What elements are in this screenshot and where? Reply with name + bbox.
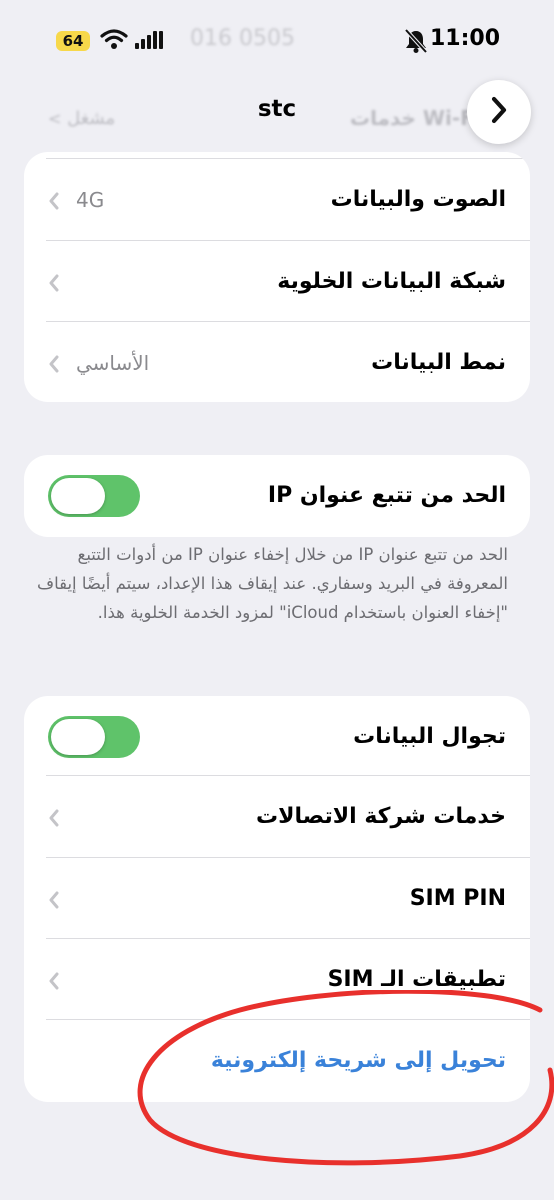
data-roaming-row: تجوال البيانات — [24, 696, 530, 778]
silent-mode-bell-icon — [404, 28, 428, 58]
limit-ip-tracking-toggle[interactable] — [48, 475, 140, 517]
voice-and-data-label: الصوت والبيانات — [330, 187, 506, 212]
clock-time: 11:00 — [430, 26, 501, 51]
limit-ip-tracking-label: الحد من تتبع عنوان IP — [267, 483, 506, 508]
red-annotation-circle — [137, 990, 554, 1166]
chevron-left-icon — [48, 355, 60, 377]
chevron-left-icon — [48, 809, 60, 831]
data-mode-value: الأساسي — [76, 351, 150, 375]
limit-ip-tracking-row: الحد من تتبع عنوان IP — [24, 455, 530, 537]
cellular-data-network-row[interactable]: شبكة البيانات الخلوية — [24, 241, 530, 323]
voice-and-data-value: 4G — [76, 188, 105, 212]
status-bar: 64 016 0505 11:00 — [0, 0, 554, 80]
limit-ip-tracking-card: الحد من تتبع عنوان IP — [24, 455, 530, 537]
toggle-knob — [51, 719, 105, 755]
back-button[interactable] — [467, 80, 531, 144]
limit-ip-tracking-footnote: الحد من تتبع عنوان IP من خلال إخفاء عنوا… — [36, 545, 508, 622]
data-roaming-label: تجوال البيانات — [353, 724, 506, 749]
sim-pin-label: SIM PIN — [409, 886, 506, 911]
navigation-bar: < مشغل خدمات Wi-Fi stc — [0, 80, 554, 152]
cellular-signal-icon — [135, 31, 163, 53]
data-mode-row[interactable]: الأساسي نمط البيانات — [24, 322, 530, 402]
chevron-left-icon — [48, 274, 60, 296]
wifi-icon — [100, 28, 128, 54]
chevron-right-icon — [489, 96, 509, 128]
sim-pin-row[interactable]: SIM PIN — [24, 858, 530, 940]
chevron-left-icon — [48, 192, 60, 214]
cellular-data-options-card: 4G الصوت والبيانات شبكة البيانات الخلوية… — [24, 152, 530, 402]
chevron-left-icon — [48, 972, 60, 994]
cellular-data-network-label: شبكة البيانات الخلوية — [277, 269, 506, 294]
carrier-services-row[interactable]: خدمات شركة الاتصالات — [24, 776, 530, 858]
chevron-left-icon — [48, 891, 60, 913]
battery-level-badge: 64 — [56, 31, 90, 51]
data-roaming-toggle[interactable] — [48, 716, 140, 758]
toggle-knob — [51, 478, 105, 514]
carrier-services-label: خدمات شركة الاتصالات — [256, 804, 506, 829]
voice-and-data-row[interactable]: 4G الصوت والبيانات — [24, 159, 530, 241]
ghost-phone-number: 016 0505 — [190, 26, 295, 51]
data-mode-label: نمط البيانات — [371, 350, 506, 375]
